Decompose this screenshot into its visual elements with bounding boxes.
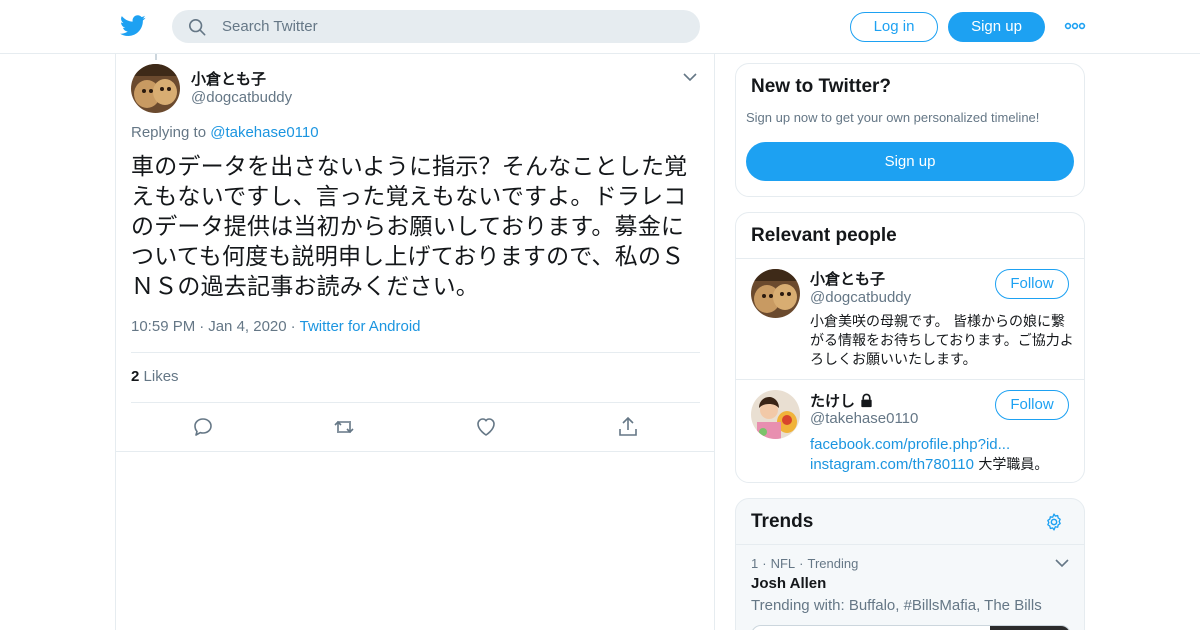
share-icon[interactable] [616,415,640,439]
thread-connector-line [155,54,157,60]
new-to-twitter-title: New to Twitter? [751,76,892,97]
person-bio: 小倉美咲の母親です。 皆様からの娘に繋がる情報をお待ちしております。ご協力よろし… [810,314,1074,368]
trend-category: NFL [770,556,796,571]
relevant-people-card: Relevant people 小倉とも子 @dogcatbuddy Follo… [735,212,1085,483]
twitter-bird-icon[interactable] [120,14,146,38]
replying-to-prefix: Replying to [131,124,207,141]
more-dots-icon[interactable] [1064,17,1086,35]
relevant-people-title: Relevant people [751,225,897,246]
trend-status: Trending [807,556,859,571]
divider [131,352,700,353]
new-to-twitter-card: New to Twitter? Sign up now to get your … [735,63,1085,197]
trends-title: Trends [751,511,814,532]
retweet-icon[interactable] [332,415,356,439]
search-icon [188,18,206,36]
person-handle[interactable]: @takehase0110 [810,410,918,427]
bio-link-facebook[interactable]: facebook.com/profile.php?id... [810,436,1010,453]
bio-text: 大学職員。 [973,457,1049,473]
new-to-twitter-subtitle: Sign up now to get your own personalized… [746,110,1040,125]
likes-label: Likes [143,368,179,385]
person-bio: facebook.com/profile.php?id... instagram… [810,435,1075,475]
tweet-source-link[interactable]: Twitter for Android [300,318,421,335]
search-box [172,10,700,43]
trend-rank: 1 [751,556,759,571]
divider [116,451,714,452]
like-icon[interactable] [474,415,498,439]
search-input[interactable] [222,10,682,43]
avatar[interactable] [131,64,180,113]
chevron-down-icon[interactable] [682,70,698,84]
top-navigation-bar: Log in Sign up [0,0,1200,54]
trend-media-preview[interactable] [751,625,1071,630]
gear-icon[interactable] [1044,512,1064,532]
divider [736,544,1084,545]
likes-count: 2 [131,368,140,385]
tweet-detail-column: 小倉とも子 @dogcatbuddy Replying to @takehase… [115,54,715,630]
trend-meta: 1 · NFL · Trending [751,556,859,571]
tweet-author-handle[interactable]: @dogcatbuddy [191,89,292,106]
login-button[interactable]: Log in [850,12,938,42]
replying-to-link[interactable]: @takehase0110 [210,124,318,141]
tweet-text: 車のデータを出さないように指示？そんなことした覚えもないですし、言った覚えもない… [131,154,688,300]
follow-button[interactable]: Follow [995,269,1069,299]
trends-card: Trends 1 · NFL · Trending Josh Allen Trendin… [735,498,1085,630]
tweet-date[interactable]: Jan 4, 2020 [208,318,286,335]
tweet-meta: 10:59 PM · Jan 4, 2020 · Twitter for Android [131,318,421,335]
tweet-author-name[interactable]: 小倉とも子 [191,68,266,89]
signup-button[interactable]: Sign up [948,12,1045,42]
person-name[interactable]: たけし [810,390,874,411]
signup-card-button[interactable]: Sign up [746,142,1074,181]
tweet-time[interactable]: 10:59 PM [131,318,195,335]
trend-related: Trending with: Buffalo, #BillsMafia, The… [751,597,1042,614]
divider [736,379,1084,380]
avatar[interactable] [751,269,800,318]
tweet-action-bar [116,403,714,451]
person-name[interactable]: 小倉とも子 [810,268,885,289]
follow-button[interactable]: Follow [995,390,1069,420]
trend-name[interactable]: Josh Allen [751,575,826,592]
bio-link-instagram[interactable]: instagram.com/th780110 [810,456,974,473]
replying-to-line: Replying to @takehase0110 [131,124,319,141]
avatar[interactable] [751,390,800,439]
person-name-text: たけし [810,392,856,410]
lock-icon [861,393,872,408]
trend-thumbnail [990,626,1070,630]
divider [736,258,1084,259]
person-handle[interactable]: @dogcatbuddy [810,289,911,306]
chevron-down-icon[interactable] [1055,557,1069,569]
likes-stat[interactable]: 2 Likes [131,368,179,385]
reply-icon[interactable] [191,415,215,439]
